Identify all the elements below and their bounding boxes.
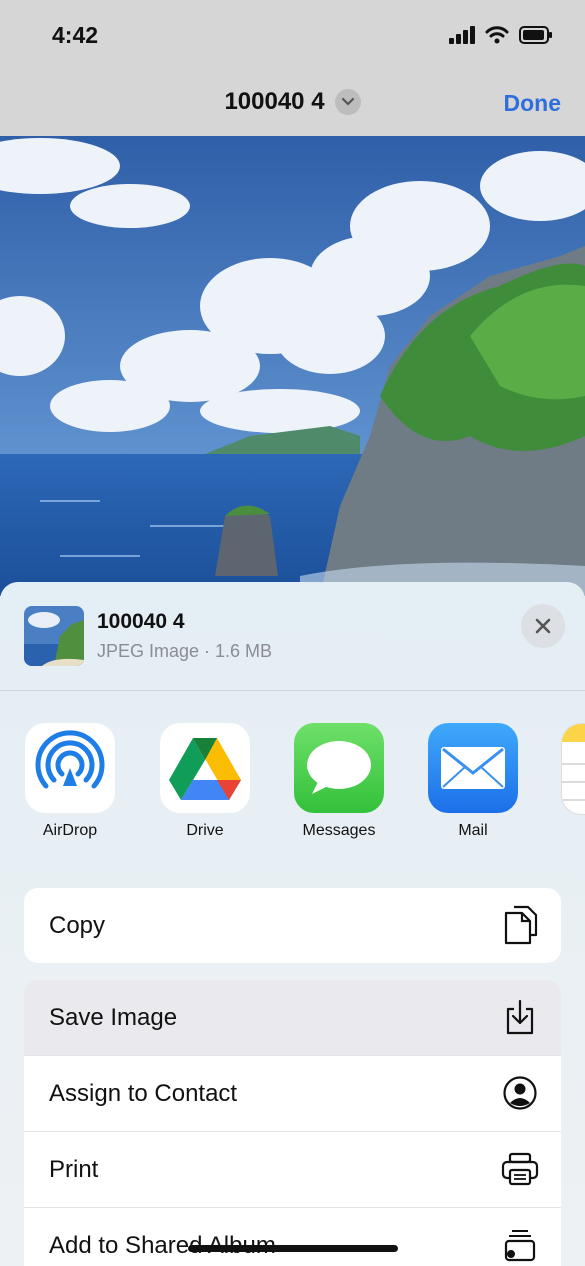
status-time: 4:42 bbox=[52, 22, 99, 48]
actions-card: Save Image Assign to Contact Print Add t… bbox=[24, 980, 561, 1266]
printer-icon bbox=[501, 1150, 539, 1188]
app-mail[interactable]: Mail bbox=[418, 723, 528, 840]
save-image-action[interactable]: Save Image bbox=[24, 980, 561, 1056]
status-icons bbox=[449, 26, 553, 44]
file-meta: JPEG Image · 1.6 MB bbox=[97, 641, 273, 661]
nav-bar: 100040 4 Done bbox=[0, 76, 585, 136]
google-drive-icon bbox=[160, 723, 250, 813]
shared-album-icon bbox=[501, 1226, 539, 1264]
app-messages[interactable]: Messages bbox=[284, 723, 394, 840]
messages-icon bbox=[294, 723, 384, 813]
share-sheet: 100040 4 JPEG Image · 1.6 MB AirDrop Dri… bbox=[0, 582, 585, 1266]
chevron-down-icon[interactable] bbox=[334, 89, 361, 115]
status-bar: 4:42 bbox=[0, 0, 585, 76]
home-indicator[interactable] bbox=[188, 1245, 398, 1252]
app-notes[interactable] bbox=[552, 723, 585, 815]
copy-action[interactable]: Copy bbox=[24, 888, 561, 963]
notes-icon bbox=[561, 723, 585, 815]
airdrop-icon bbox=[25, 723, 115, 813]
file-thumbnail bbox=[24, 606, 84, 666]
copy-card: Copy bbox=[24, 888, 561, 963]
close-button[interactable] bbox=[521, 604, 565, 648]
file-name: 100040 4 bbox=[97, 610, 185, 633]
assign-contact-label: Assign to Contact bbox=[49, 1080, 238, 1107]
print-label: Print bbox=[49, 1156, 99, 1183]
assign-contact-action[interactable]: Assign to Contact bbox=[24, 1056, 561, 1132]
wifi-icon bbox=[485, 26, 509, 44]
app-label-airdrop: AirDrop bbox=[42, 822, 98, 839]
save-icon bbox=[501, 998, 539, 1036]
print-action[interactable]: Print bbox=[24, 1132, 561, 1208]
contact-icon bbox=[501, 1074, 539, 1112]
battery-icon bbox=[519, 26, 552, 44]
shared-album-action[interactable]: Add to Shared Album bbox=[24, 1208, 561, 1266]
app-label-drive: Drive bbox=[186, 822, 224, 839]
app-airdrop[interactable]: AirDrop bbox=[15, 723, 125, 840]
title-menu[interactable]: 100040 4 bbox=[0, 88, 585, 116]
file-header: 100040 4 JPEG Image · 1.6 MB bbox=[0, 582, 585, 691]
share-apps-row: AirDrop Drive Messages Mail bbox=[0, 723, 585, 843]
app-label-messages: Messages bbox=[302, 822, 376, 839]
done-button[interactable]: Done bbox=[504, 90, 562, 117]
copy-icon bbox=[501, 905, 539, 945]
close-icon bbox=[535, 618, 551, 634]
app-drive[interactable]: Drive bbox=[150, 723, 260, 840]
mail-icon bbox=[428, 723, 518, 813]
save-image-label: Save Image bbox=[49, 1004, 178, 1031]
page-title: 100040 4 bbox=[224, 88, 325, 115]
photo-preview bbox=[0, 136, 585, 596]
signal-icon bbox=[449, 26, 475, 44]
app-label-mail: Mail bbox=[458, 822, 488, 839]
copy-label: Copy bbox=[49, 912, 106, 939]
